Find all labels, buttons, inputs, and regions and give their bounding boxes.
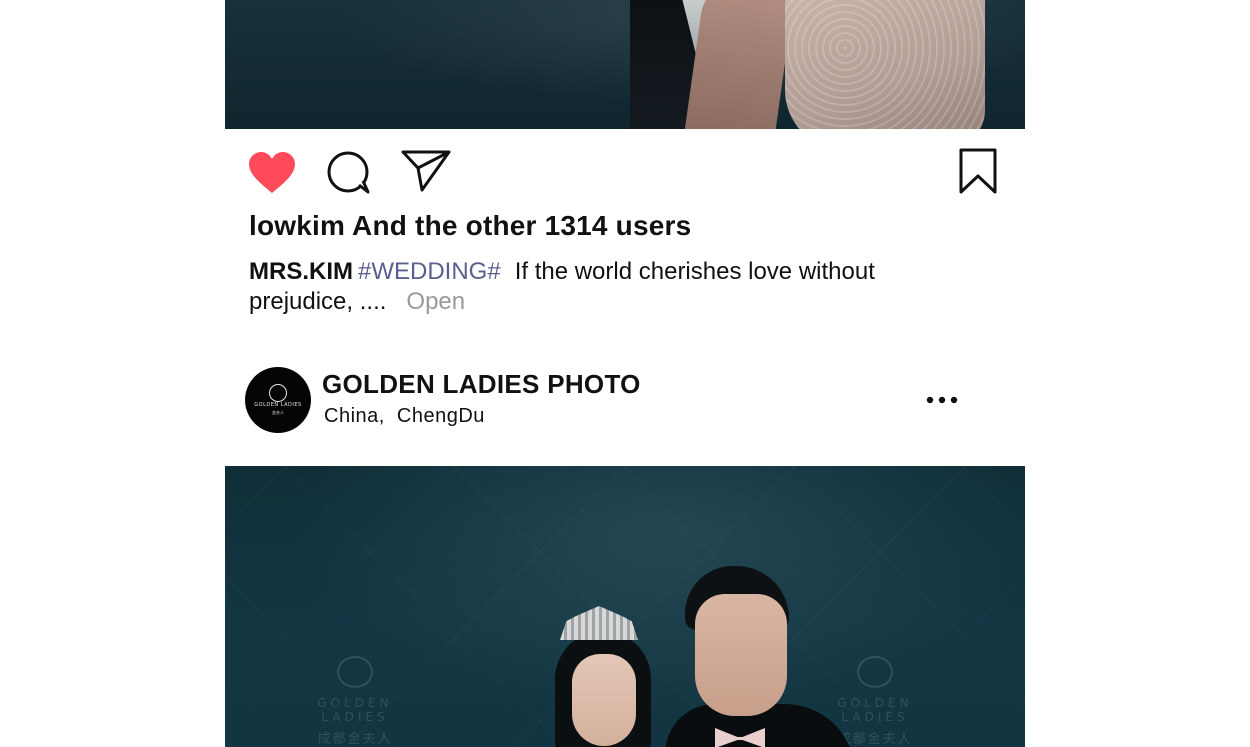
photo-watermark-left: GOLDEN LADIES 成都金夫人 — [285, 656, 425, 747]
post-caption: MRS.KIM #WEDDING# If the world cherishes l… — [249, 257, 949, 317]
account-name[interactable]: GOLDEN LADIES PHOTO — [322, 369, 641, 400]
watermark-logo-icon — [337, 656, 373, 688]
instagram-feed: lowkim And the other 1314 users MRS.KIM #… — [225, 0, 1025, 747]
account-location[interactable]: China, ChengDu — [324, 405, 485, 428]
comment-bubble-icon[interactable] — [325, 149, 373, 197]
likes-count[interactable]: lowkim And the other 1314 users — [249, 210, 691, 242]
avatar-logo-mark — [269, 384, 287, 402]
bride-face-shape — [572, 654, 636, 746]
post-photo-main[interactable]: GOLDEN LADIES 成都金夫人 GOLDEN LADIES 成都金夫人 — [225, 466, 1025, 747]
caption-author[interactable]: MRS.KIM — [249, 258, 353, 285]
avatar[interactable]: GOLDEN LADIES 金夫人 — [245, 367, 311, 433]
bride-arm-shape — [684, 0, 796, 129]
avatar-logo-text: GOLDEN LADIES — [254, 402, 302, 408]
bookmark-icon[interactable] — [958, 147, 998, 195]
more-horizontal-icon[interactable] — [925, 390, 959, 410]
heart-icon[interactable] — [247, 151, 297, 195]
watermark-logo-icon — [857, 656, 893, 688]
bride-dress-shape — [785, 0, 985, 129]
post-photo-top[interactable] — [225, 0, 1025, 129]
caption-hashtag[interactable]: #WEDDING# — [358, 258, 501, 285]
post-header: GOLDEN LADIES 金夫人 GOLDEN LADIES PHOTO Ch… — [225, 360, 1025, 440]
groom-face-shape — [695, 594, 787, 716]
send-paper-plane-icon[interactable] — [400, 148, 452, 194]
avatar-logo-sub: 金夫人 — [272, 410, 284, 415]
caption-open-link[interactable]: Open — [406, 288, 465, 315]
watermark-text: GOLDEN LADIES — [317, 696, 393, 724]
post-actions-bar — [225, 129, 1025, 207]
watermark-sub: 成都金夫人 — [317, 732, 393, 747]
